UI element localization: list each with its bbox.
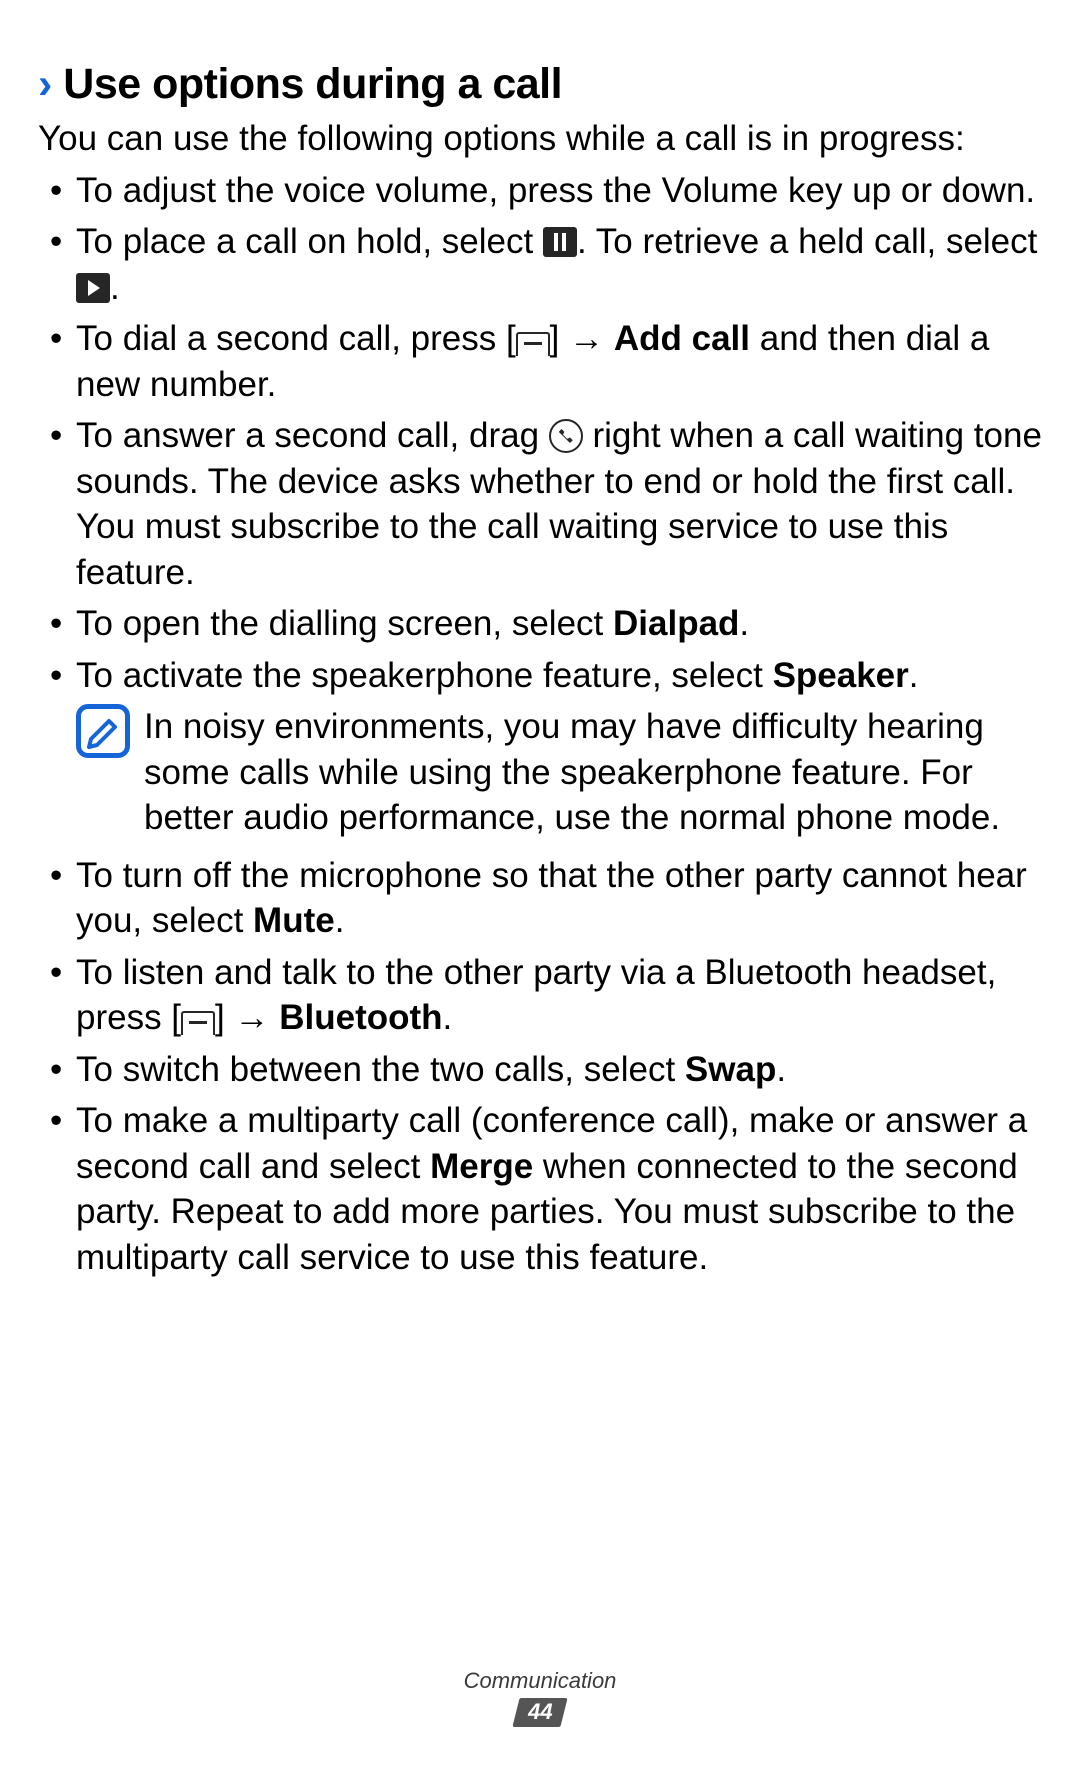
note-callout: In noisy environments, you may have diff… bbox=[76, 704, 1048, 841]
text-fragment: . bbox=[776, 1050, 786, 1089]
heading-text: Use options during a call bbox=[63, 60, 562, 108]
text-fragment: To activate the speakerphone feature, se… bbox=[76, 656, 773, 695]
text-fragment: . bbox=[110, 268, 120, 307]
text-fragment: ] → bbox=[215, 998, 279, 1037]
list-item: To listen and talk to the other party vi… bbox=[76, 950, 1048, 1041]
text-fragment: . bbox=[739, 604, 749, 643]
list-item: To make a multiparty call (conference ca… bbox=[76, 1098, 1048, 1280]
bold-term: Bluetooth bbox=[279, 998, 442, 1037]
menu-icon bbox=[181, 1011, 215, 1035]
text-fragment: To dial a second call, press [ bbox=[76, 319, 516, 358]
options-list: To adjust the voice volume, press the Vo… bbox=[38, 168, 1048, 699]
bold-term: Swap bbox=[685, 1050, 776, 1089]
play-icon bbox=[76, 273, 110, 303]
list-item: To place a call on hold, select . To ret… bbox=[76, 219, 1048, 310]
heading-marker: › bbox=[38, 60, 52, 108]
intro-text: You can use the following options while … bbox=[38, 117, 1048, 162]
list-item: To open the dialling screen, select Dial… bbox=[76, 601, 1048, 647]
list-item: To switch between the two calls, select … bbox=[76, 1047, 1048, 1093]
text-fragment: . bbox=[909, 656, 919, 695]
phone-icon bbox=[549, 419, 583, 453]
bold-term: Speaker bbox=[773, 656, 909, 695]
list-item: To answer a second call, drag right when… bbox=[76, 413, 1048, 595]
text-fragment: To answer a second call, drag bbox=[76, 416, 549, 455]
menu-icon bbox=[516, 332, 550, 356]
note-icon bbox=[76, 704, 130, 758]
note-text: In noisy environments, you may have diff… bbox=[144, 704, 1048, 841]
text-fragment: To switch between the two calls, select bbox=[76, 1050, 685, 1089]
bold-term: Dialpad bbox=[613, 604, 739, 643]
text-fragment: . bbox=[443, 998, 453, 1037]
text-fragment: To turn off the microphone so that the o… bbox=[76, 856, 1027, 941]
text-fragment: . bbox=[335, 901, 345, 940]
bold-term: Mute bbox=[253, 901, 335, 940]
text-fragment: To place a call on hold, select bbox=[76, 222, 543, 261]
bold-term: Add call bbox=[614, 319, 750, 358]
list-item: To adjust the voice volume, press the Vo… bbox=[76, 168, 1048, 214]
section-heading: › Use options during a call bbox=[38, 60, 1048, 109]
text-fragment: ] → bbox=[550, 319, 614, 358]
options-list-continued: To turn off the microphone so that the o… bbox=[38, 853, 1048, 1281]
text-fragment: To open the dialling screen, select bbox=[76, 604, 613, 643]
bold-term: Merge bbox=[430, 1147, 533, 1186]
list-item: To activate the speakerphone feature, se… bbox=[76, 653, 1048, 699]
page-number: 44 bbox=[528, 1699, 552, 1725]
text-fragment: . To retrieve a held call, select bbox=[577, 222, 1037, 261]
page-number-badge: 44 bbox=[512, 1698, 568, 1727]
pause-icon bbox=[543, 227, 577, 257]
footer-section-label: Communication bbox=[0, 1668, 1080, 1694]
list-item: To dial a second call, press [ ] → Add ca… bbox=[76, 316, 1048, 407]
list-item: To turn off the microphone so that the o… bbox=[76, 853, 1048, 944]
page-footer: Communication 44 bbox=[0, 1668, 1080, 1727]
